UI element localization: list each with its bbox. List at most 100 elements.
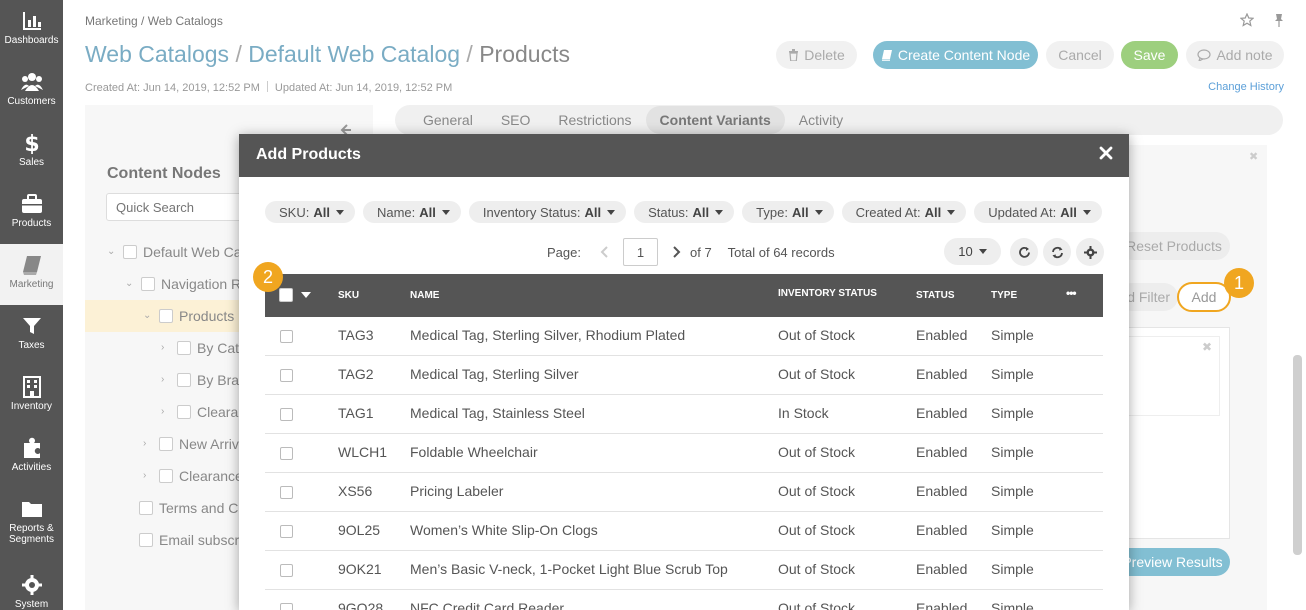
chevron-right-icon[interactable]: › xyxy=(143,439,153,449)
tree-checkbox[interactable] xyxy=(139,501,153,515)
table-row[interactable]: TAG2 Medical Tag, Sterling Silver Out of… xyxy=(265,356,1103,395)
save-button[interactable]: Save xyxy=(1121,41,1178,69)
tree-node[interactable]: › New Arriva xyxy=(143,428,247,460)
nav-item-activities[interactable]: Activities xyxy=(0,427,63,488)
tree-node[interactable]: Email subscrip xyxy=(139,524,250,556)
column-header-status[interactable]: STATUS xyxy=(916,290,955,301)
tree-node[interactable]: › Clearance xyxy=(143,460,243,492)
caret-down-icon[interactable] xyxy=(301,292,311,298)
tree-node[interactable]: ⌄ Default Web Cata xyxy=(107,236,253,268)
chevron-right-icon[interactable]: › xyxy=(161,343,171,353)
table-row[interactable]: 9OL25 Women’s White Slip-On Clogs Out of… xyxy=(265,512,1103,551)
grid-settings-button[interactable] xyxy=(1076,238,1104,266)
filter-sku[interactable]: SKU: All xyxy=(265,201,355,223)
chevron-down-icon[interactable]: ⌄ xyxy=(125,279,135,289)
column-header-type[interactable]: TYPE xyxy=(991,290,1017,301)
table-row[interactable]: TAG1 Medical Tag, Stainless Steel In Sto… xyxy=(265,395,1103,434)
reset-grid-button[interactable] xyxy=(1043,238,1071,266)
tree-node[interactable]: Terms and Co xyxy=(139,492,246,524)
row-checkbox[interactable] xyxy=(280,525,293,538)
cancel-button[interactable]: Cancel xyxy=(1046,41,1114,69)
reset-products-button[interactable]: Reset Products xyxy=(1118,232,1230,260)
tree-node-selected[interactable]: ⌄ Products xyxy=(85,300,240,332)
change-history-link[interactable]: Change History xyxy=(1208,81,1284,93)
row-checkbox[interactable] xyxy=(280,564,293,577)
tree-checkbox[interactable] xyxy=(177,373,191,387)
chevron-right-icon[interactable] xyxy=(669,245,683,259)
chevron-right-icon[interactable]: › xyxy=(161,407,171,417)
page-scrollbar[interactable] xyxy=(1293,355,1302,555)
tree-checkbox[interactable] xyxy=(177,405,191,419)
filter-name[interactable]: Name: All xyxy=(362,201,461,223)
close-icon[interactable]: ✖ xyxy=(1249,150,1258,163)
column-header-name[interactable]: NAME xyxy=(410,290,439,301)
title-link-default-web-catalog[interactable]: Default Web Catalog xyxy=(248,41,460,67)
nav-item-sales[interactable]: $ Sales xyxy=(0,122,63,183)
tab-activity[interactable]: Activity xyxy=(785,106,857,134)
nav-item-system[interactable]: System xyxy=(0,560,63,610)
add-button[interactable]: Add xyxy=(1177,282,1231,312)
chevron-down-icon[interactable]: ⌄ xyxy=(107,247,117,257)
filter-updated-at[interactable]: Updated At: All xyxy=(974,201,1102,223)
nav-item-products[interactable]: Products xyxy=(0,183,63,244)
tab-seo[interactable]: SEO xyxy=(487,106,545,134)
tree-node[interactable]: › By Bran xyxy=(161,364,247,396)
more-options-icon[interactable]: ••• xyxy=(1066,286,1077,300)
tab-content-variants[interactable]: Content Variants xyxy=(645,106,785,134)
tree-checkbox[interactable] xyxy=(159,469,173,483)
chevron-left-icon[interactable] xyxy=(598,245,612,259)
table-row[interactable]: WLCH1 Foldable Wheelchair Out of Stock E… xyxy=(265,434,1103,473)
breadcrumb[interactable]: Marketing / Web Catalogs xyxy=(85,14,223,28)
tree-checkbox[interactable] xyxy=(159,309,173,323)
filter-type[interactable]: Type: All xyxy=(742,201,834,223)
tab-restrictions[interactable]: Restrictions xyxy=(544,106,645,134)
close-icon[interactable]: ✖ xyxy=(1202,340,1212,354)
nav-item-reports[interactable]: Reports & Segments xyxy=(0,488,63,549)
nav-item-dashboards[interactable]: Dashboards xyxy=(0,0,63,61)
nav-item-taxes[interactable]: Taxes xyxy=(0,305,63,366)
add-note-button[interactable]: Add note xyxy=(1186,41,1284,69)
star-icon[interactable] xyxy=(1240,13,1254,27)
row-checkbox[interactable] xyxy=(280,486,293,499)
create-content-node-button[interactable]: Create Content Node xyxy=(873,41,1038,69)
page-number-input[interactable] xyxy=(622,238,658,266)
pin-icon[interactable] xyxy=(1272,13,1286,27)
row-checkbox[interactable] xyxy=(280,369,293,382)
tree-checkbox[interactable] xyxy=(141,277,155,291)
tree-checkbox[interactable] xyxy=(123,245,137,259)
tree-node[interactable]: › Clearan xyxy=(161,396,246,428)
refresh-button[interactable] xyxy=(1010,238,1038,266)
tree-checkbox[interactable] xyxy=(139,533,153,547)
filter-created-at[interactable]: Created At: All xyxy=(841,201,967,223)
tree-checkbox[interactable] xyxy=(159,437,173,451)
title-link-web-catalogs[interactable]: Web Catalogs xyxy=(85,41,229,67)
close-icon[interactable] xyxy=(1099,146,1113,160)
chevron-down-icon[interactable]: ⌄ xyxy=(143,311,153,321)
preview-results-button[interactable]: Preview Results xyxy=(1115,548,1230,576)
page-size-select[interactable]: 10 xyxy=(944,238,1001,265)
row-checkbox[interactable] xyxy=(280,603,293,610)
tree-node[interactable]: › By Cate xyxy=(161,332,247,364)
tab-general[interactable]: General xyxy=(409,106,487,134)
tree-checkbox[interactable] xyxy=(177,341,191,355)
table-row[interactable]: TAG3 Medical Tag, Sterling Silver, Rhodi… xyxy=(265,317,1103,356)
nav-item-marketing[interactable]: Marketing xyxy=(0,244,63,305)
row-checkbox[interactable] xyxy=(280,330,293,343)
row-checkbox[interactable] xyxy=(280,447,293,460)
table-row[interactable]: 9OK21 Men’s Basic V-neck, 1-Pocket Light… xyxy=(265,551,1103,590)
table-row[interactable]: XS56 Pricing Labeler Out of Stock Enable… xyxy=(265,473,1103,512)
column-header-inventory-status[interactable]: INVENTORY STATUS xyxy=(778,288,877,299)
tree-node[interactable]: ⌄ Navigation Ro xyxy=(125,268,249,300)
column-header-sku[interactable]: SKU xyxy=(338,290,359,301)
filter-inventory-status[interactable]: Inventory Status: All xyxy=(468,201,627,223)
select-all-checkbox[interactable] xyxy=(279,288,293,302)
delete-button[interactable]: Delete xyxy=(776,41,857,69)
table-row[interactable]: 9GO28 NFC Credit Card Reader Out of Stoc… xyxy=(265,590,1103,610)
chevron-right-icon[interactable]: › xyxy=(143,471,153,481)
quick-search-input[interactable] xyxy=(106,193,256,221)
nav-item-inventory[interactable]: Inventory xyxy=(0,366,63,427)
chevron-right-icon[interactable]: › xyxy=(161,375,171,385)
row-checkbox[interactable] xyxy=(280,408,293,421)
filter-status[interactable]: Status: All xyxy=(634,201,735,223)
nav-item-customers[interactable]: Customers xyxy=(0,61,63,122)
